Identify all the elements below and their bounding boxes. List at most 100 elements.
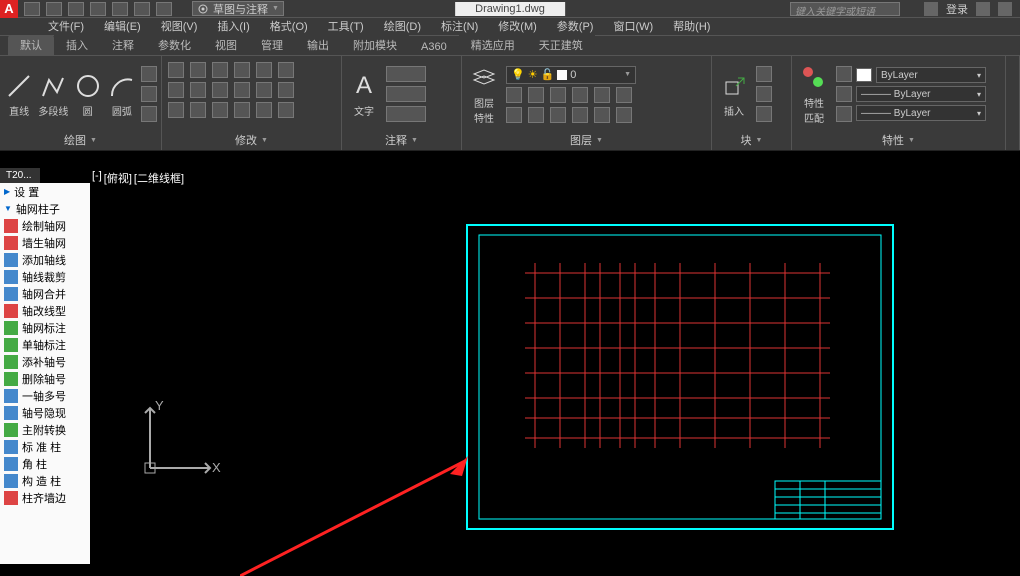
qat-open-icon[interactable]: [46, 2, 62, 16]
palette-item[interactable]: 轴线裁剪: [0, 268, 90, 285]
layer-tool-1[interactable]: [506, 87, 522, 103]
panel-overflow[interactable]: [1006, 56, 1020, 150]
layer-tool-6[interactable]: [616, 87, 632, 103]
copy-icon[interactable]: [278, 62, 294, 78]
layer-tool-2[interactable]: [528, 87, 544, 103]
layer-tool-4[interactable]: [572, 87, 588, 103]
tab-output[interactable]: 输出: [295, 35, 341, 55]
block-create-icon[interactable]: [756, 66, 772, 82]
trim-icon[interactable]: [212, 62, 228, 78]
color-swatch[interactable]: [856, 68, 872, 82]
palette-header-axis[interactable]: ▼ 轴网柱子: [0, 200, 90, 217]
menu-tools[interactable]: 工具(T): [318, 18, 374, 36]
tab-addins[interactable]: 附加模块: [341, 35, 409, 55]
layer-tool-8[interactable]: [528, 107, 544, 123]
layer-tool-5[interactable]: [594, 87, 610, 103]
arc-button[interactable]: 圆弧: [107, 71, 137, 118]
layer-tool-12[interactable]: [616, 107, 632, 123]
layer-tool-9[interactable]: [550, 107, 566, 123]
layer-tool-3[interactable]: [550, 87, 566, 103]
layer-props-button[interactable]: 图层 特性: [466, 63, 502, 125]
workspace-selector[interactable]: 草图与注释 ▼: [192, 1, 284, 16]
tab-a360[interactable]: A360: [409, 39, 459, 55]
palette-item[interactable]: 单轴标注: [0, 336, 90, 353]
palette-item[interactable]: 删除轴号: [0, 370, 90, 387]
modify-15[interactable]: [212, 102, 228, 118]
match-props-button[interactable]: 特性 匹配: [796, 63, 832, 125]
app-logo[interactable]: A: [0, 0, 18, 18]
menu-dim[interactable]: 标注(N): [431, 18, 488, 36]
menu-param[interactable]: 参数(P): [547, 18, 604, 36]
polyline-button[interactable]: 多段线: [38, 71, 68, 118]
viewport-controls[interactable]: [-] [俯视] [二维线框]: [92, 170, 184, 186]
palette-item[interactable]: 绘制轴网: [0, 217, 90, 234]
mirror-icon[interactable]: [168, 82, 184, 98]
qat-redo-icon[interactable]: [156, 2, 172, 16]
draw-small-1[interactable]: [141, 66, 157, 82]
block-attr-icon[interactable]: [756, 106, 772, 122]
table-icon[interactable]: [386, 106, 426, 122]
layer-selector[interactable]: 💡 ☀ 🔓 0 ▼: [506, 66, 636, 84]
menu-help[interactable]: 帮助(H): [663, 18, 720, 36]
chamfer-icon[interactable]: [212, 82, 228, 98]
rotate-icon[interactable]: [190, 62, 206, 78]
line-button[interactable]: 直线: [4, 71, 34, 118]
modify-16[interactable]: [234, 102, 250, 118]
menu-draw[interactable]: 绘图(D): [374, 18, 431, 36]
shelf-tab[interactable]: T20...: [0, 168, 40, 183]
linetype-selector[interactable]: ——— ByLayer: [856, 105, 986, 121]
dim-linear-icon[interactable]: [386, 66, 426, 82]
palette-item[interactable]: 墙生轴网: [0, 234, 90, 251]
menu-insert[interactable]: 插入(I): [207, 18, 259, 36]
layer-tool-11[interactable]: [594, 107, 610, 123]
search-input[interactable]: 键入关键字或短语: [790, 2, 900, 16]
circle-button[interactable]: 圆: [73, 71, 103, 118]
palette-item[interactable]: 主附转换: [0, 421, 90, 438]
palette-item[interactable]: 添加轴线: [0, 251, 90, 268]
login-button[interactable]: 登录: [946, 1, 968, 17]
modify-18[interactable]: [278, 102, 294, 118]
palette-item[interactable]: 轴网标注: [0, 319, 90, 336]
qat-print-icon[interactable]: [112, 2, 128, 16]
erase-icon[interactable]: [256, 62, 272, 78]
prop-tool-2[interactable]: [836, 86, 852, 102]
palette-item[interactable]: 添补轴号: [0, 353, 90, 370]
layer-tool-10[interactable]: [572, 107, 588, 123]
palette-item[interactable]: 构 造 柱: [0, 472, 90, 489]
menu-window[interactable]: 窗口(W): [603, 18, 663, 36]
palette-item[interactable]: 标 准 柱: [0, 438, 90, 455]
tab-manage[interactable]: 管理: [249, 35, 295, 55]
tab-tangent[interactable]: 天正建筑: [527, 35, 595, 55]
search-icon[interactable]: [924, 2, 938, 16]
leader-icon[interactable]: [386, 86, 426, 102]
palette-item[interactable]: 柱齐墙边: [0, 489, 90, 506]
color-selector[interactable]: ByLayer: [876, 67, 986, 83]
offset-icon[interactable]: [190, 102, 206, 118]
block-edit-icon[interactable]: [756, 86, 772, 102]
menu-file[interactable]: 文件(F): [38, 18, 94, 36]
array-icon[interactable]: [168, 102, 184, 118]
menu-edit[interactable]: 编辑(E): [94, 18, 151, 36]
palette-item[interactable]: 角 柱: [0, 455, 90, 472]
prop-tool-1[interactable]: [836, 66, 852, 82]
text-button[interactable]: A 文字: [346, 71, 382, 118]
palette-item[interactable]: 一轴多号: [0, 387, 90, 404]
tab-featured[interactable]: 精选应用: [459, 35, 527, 55]
tab-parametric[interactable]: 参数化: [146, 35, 203, 55]
explode-icon[interactable]: [234, 82, 250, 98]
qat-saveas-icon[interactable]: [90, 2, 106, 16]
tab-default[interactable]: 默认: [8, 35, 54, 55]
palette-header-settings[interactable]: ▶ 设 置: [0, 183, 90, 200]
drawing-viewport[interactable]: [-] [俯视] [二维线框] Y X: [90, 168, 1020, 564]
tab-annotate[interactable]: 注释: [100, 35, 146, 55]
lineweight-selector[interactable]: ——— ByLayer: [856, 86, 986, 102]
palette-item[interactable]: 轴网合并: [0, 285, 90, 302]
qat-new-icon[interactable]: [24, 2, 40, 16]
draw-small-2[interactable]: [141, 86, 157, 102]
qat-undo-icon[interactable]: [134, 2, 150, 16]
palette-item[interactable]: 轴改线型: [0, 302, 90, 319]
prop-tool-3[interactable]: [836, 106, 852, 122]
exchange-icon[interactable]: [976, 2, 990, 16]
help-icon[interactable]: [998, 2, 1012, 16]
menu-modify[interactable]: 修改(M): [488, 18, 547, 36]
